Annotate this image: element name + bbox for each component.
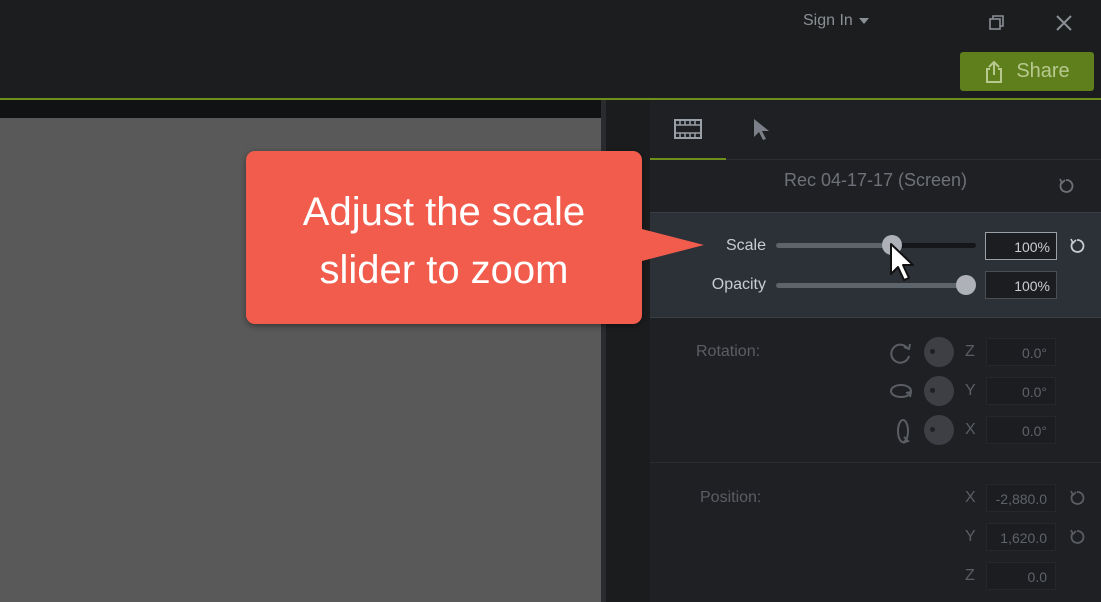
scale-slider[interactable] [776,235,976,255]
opacity-slider[interactable] [776,275,976,295]
cursor-arrow-icon [754,119,769,140]
title-bar: Sign In Share [0,0,1101,98]
mouse-cursor-icon [890,243,914,281]
rotate-z-icon [890,343,911,364]
close-icon[interactable] [1051,10,1077,36]
rotation-z-field[interactable]: 0.0° [986,338,1056,366]
tab-cursor-effects[interactable] [726,100,798,160]
scale-slider-fill [776,243,892,248]
callout-pointer [638,228,704,262]
position-z-field[interactable]: 0.0 [986,562,1056,590]
opacity-slider-thumb[interactable] [956,275,976,295]
properties-tab-bar [650,100,1101,160]
film-strip-icon [674,119,702,139]
rotate-x-icon [897,419,910,444]
position-y-axis-label: Y [965,528,976,545]
rotation-z-axis-label: Z [965,343,975,360]
share-label: Share [1016,60,1070,82]
rotation-z-knob[interactable] [924,337,954,367]
opacity-field[interactable]: 100% [985,271,1057,299]
share-button[interactable]: Share [960,52,1094,91]
scale-field[interactable]: 100% [985,232,1057,260]
sign-in-menu[interactable]: Sign In [803,12,869,30]
position-z-axis-label: Z [965,567,975,584]
position-x-reset-icon[interactable] [1068,489,1086,507]
rotation-x-knob[interactable] [924,415,954,445]
rotation-y-knob[interactable] [924,376,954,406]
scale-reset-icon[interactable] [1068,237,1086,255]
position-x-field[interactable]: -2,880.0 [986,484,1056,512]
rotation-y-axis-label: Y [965,382,976,399]
callout-text: Adjust the scale slider to zoom [246,183,642,299]
position-label: Position: [700,489,762,506]
scale-opacity-group: Scale 100% Opacity 100% [650,212,1101,318]
rotation-label: Rotation: [696,343,761,360]
position-x-axis-label: X [965,489,976,506]
position-y-field[interactable]: 1,620.0 [986,523,1056,551]
share-icon [986,60,1003,83]
tab-visual-properties[interactable] [650,100,726,160]
rotation-x-axis-label: X [965,421,976,438]
callout-line-2: slider to zoom [319,248,569,292]
position-y-reset-icon[interactable] [1068,528,1086,546]
chevron-down-icon [858,18,869,24]
rotation-x-field[interactable]: 0.0° [986,416,1056,444]
callout-annotation: Adjust the scale slider to zoom [246,151,642,324]
opacity-slider-fill [776,283,966,288]
sign-in-label: Sign In [803,12,853,29]
clip-title: Rec 04-17-17 (Screen) [783,170,968,190]
rotate-y-icon [890,384,913,398]
properties-panel: Rec 04-17-17 (Screen) Scale 100% Opacity… [650,100,1101,602]
section-divider [650,462,1101,463]
callout-line-1: Adjust the scale [302,190,586,234]
rotation-y-field[interactable]: 0.0° [986,377,1056,405]
opacity-label: Opacity [711,276,766,293]
restore-window-icon[interactable] [983,10,1009,36]
reset-icon[interactable] [1057,177,1075,195]
